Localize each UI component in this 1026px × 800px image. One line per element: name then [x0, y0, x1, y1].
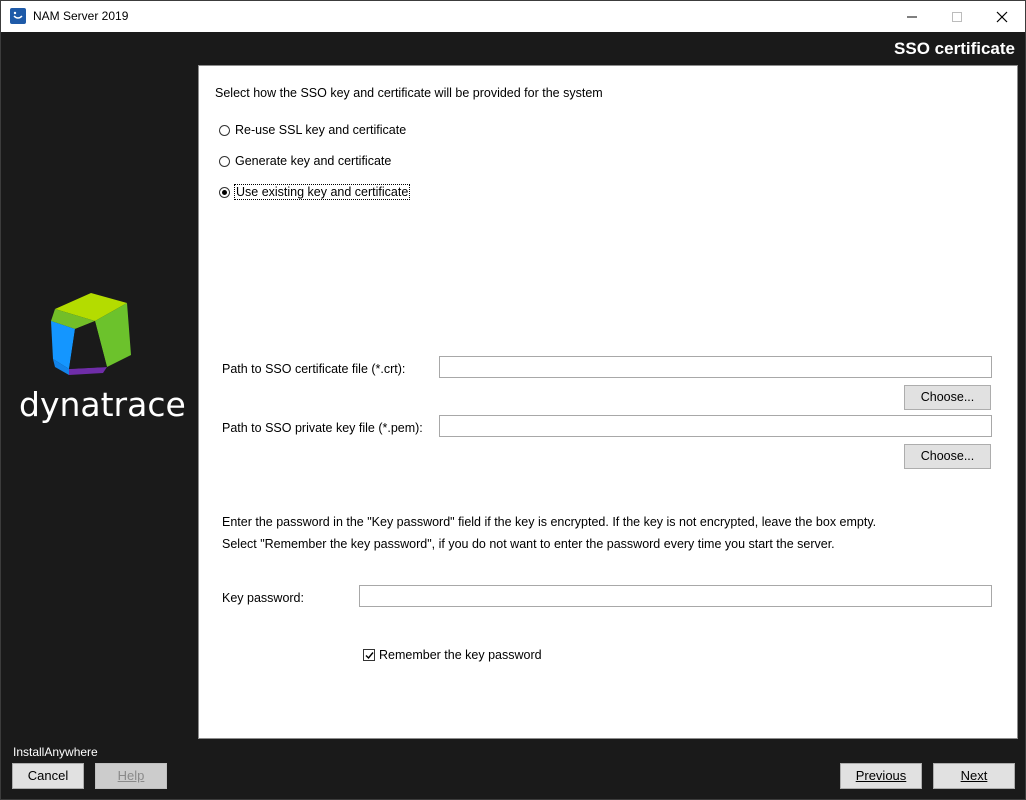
info-text-line2: Select "Remember the key password", if y…	[222, 537, 835, 551]
remember-password-checkbox-row[interactable]: Remember the key password	[363, 648, 542, 662]
title-bar[interactable]: NAM Server 2019	[1, 1, 1025, 32]
next-button-label[interactable]: Next	[961, 768, 988, 783]
radio-label[interactable]: Re-use SSL key and certificate	[235, 123, 406, 137]
close-icon[interactable]	[979, 1, 1025, 32]
help-button: Help	[95, 763, 167, 789]
radio-generate[interactable]: Generate key and certificate	[219, 153, 391, 169]
installer-brand-label: InstallAnywhere	[13, 745, 98, 759]
maximize-icon	[934, 1, 980, 32]
main-panel: Select how the SSO key and certificate w…	[198, 65, 1018, 739]
info-text-line1: Enter the password in the "Key password"…	[222, 515, 877, 529]
key-password-input[interactable]	[359, 585, 992, 607]
radio-button-selected[interactable]	[219, 186, 230, 198]
radio-label[interactable]: Use existing key and certificate	[233, 184, 411, 200]
key-path-input[interactable]	[439, 415, 992, 437]
minimize-icon[interactable]	[889, 1, 935, 32]
key-path-label: Path to SSO private key file (*.pem):	[222, 421, 423, 435]
page-title: SSO certificate	[894, 39, 1015, 58]
choose-cert-button[interactable]: Choose...	[904, 385, 991, 410]
next-button[interactable]: Next	[933, 763, 1015, 789]
cancel-button[interactable]: Cancel	[12, 763, 84, 789]
logo-text: dynatrace	[19, 385, 186, 424]
radio-reuse-ssl[interactable]: Re-use SSL key and certificate	[219, 122, 406, 138]
installer-window: NAM Server 2019 SSO certificate dynatrac…	[0, 0, 1026, 800]
help-button-label: Help	[117, 768, 145, 783]
radio-label[interactable]: Generate key and certificate	[235, 154, 391, 168]
cert-path-label: Path to SSO certificate file (*.crt):	[222, 362, 406, 376]
cert-path-input[interactable]	[439, 356, 992, 378]
radio-use-existing[interactable]: Use existing key and certificate	[219, 184, 411, 200]
previous-button[interactable]: Previous	[840, 763, 922, 789]
window-title: NAM Server 2019	[33, 9, 129, 23]
key-password-label: Key password:	[222, 591, 304, 605]
remember-password-label[interactable]: Remember the key password	[379, 648, 542, 662]
remember-password-checkbox[interactable]	[363, 649, 375, 661]
radio-button[interactable]	[219, 155, 230, 167]
previous-button-label[interactable]: Previous	[856, 768, 907, 783]
choose-key-button[interactable]: Choose...	[904, 444, 991, 469]
app-icon	[10, 8, 26, 24]
radio-button[interactable]	[219, 124, 230, 136]
intro-text: Select how the SSO key and certificate w…	[215, 86, 603, 100]
